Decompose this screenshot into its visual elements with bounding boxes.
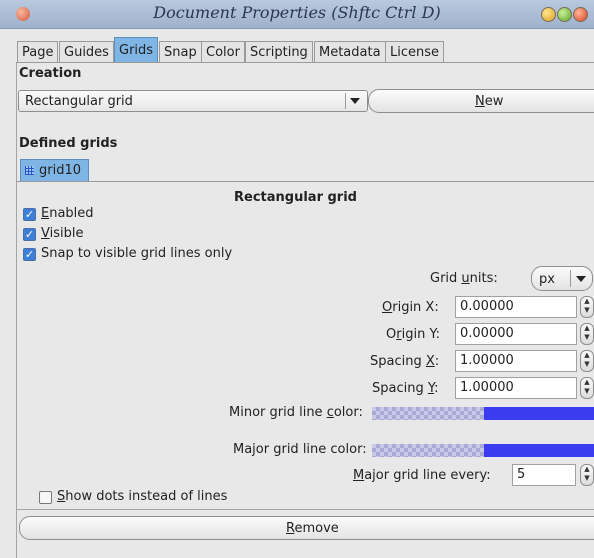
origin-y-input[interactable]: 0.00000 (455, 323, 577, 345)
spacing-x-label: Spacing X: (370, 354, 440, 369)
new-grid-button[interactable]: New (368, 89, 594, 113)
major-color-label: Major grid line color: (233, 442, 367, 457)
tab-metadata[interactable]: Metadata (314, 41, 386, 62)
visible-label: Visible (41, 226, 84, 241)
enabled-checkbox[interactable]: ✓ (23, 208, 36, 221)
major-every-spinner[interactable]: ▲ ▼ (580, 464, 594, 486)
grid-tab[interactable]: grid10 (20, 159, 89, 182)
snap-visible-label: Snap to visible grid lines only (41, 246, 233, 261)
creation-heading: Creation (19, 66, 82, 81)
tab-divider (16, 62, 594, 63)
tab-color[interactable]: Color (201, 41, 245, 62)
show-dots-checkbox[interactable] (39, 491, 52, 504)
panel-border (16, 63, 17, 558)
remove-grid-button[interactable]: Remove (19, 516, 594, 540)
major-color-alpha-swatch[interactable] (372, 444, 484, 457)
major-every-input[interactable]: 5 (512, 464, 576, 486)
chevron-down-icon (576, 276, 586, 282)
minor-color-label: Minor grid line color: (229, 405, 363, 420)
tab-guides[interactable]: Guides (59, 41, 114, 62)
visible-checkbox[interactable]: ✓ (23, 228, 36, 241)
show-dots-label: Show dots instead of lines (57, 489, 228, 504)
tab-page[interactable]: Page (17, 41, 59, 62)
origin-x-input[interactable]: 0.00000 (455, 296, 577, 318)
tab-grids[interactable]: Grids (114, 37, 159, 63)
defined-grids-heading: Defined grids (19, 136, 118, 151)
grid-units-value: px (539, 272, 555, 287)
grid-units-label: Grid units: (430, 271, 498, 286)
spacing-y-label: Spacing Y: (372, 381, 439, 396)
spacing-x-spinner[interactable]: ▲ ▼ (580, 350, 594, 372)
remove-button-label: Remove (286, 521, 339, 536)
tab-license[interactable]: License (385, 41, 445, 62)
close-button[interactable] (573, 7, 588, 22)
maximize-button[interactable] (557, 7, 572, 22)
origin-x-spinner[interactable]: ▲ ▼ (580, 296, 594, 318)
origin-x-label: Origin X: (382, 300, 439, 315)
minimize-button[interactable] (541, 7, 556, 22)
grid-icon (25, 166, 34, 175)
minor-color-swatch[interactable] (484, 407, 594, 420)
window-title: Document Properties (Shftc Ctrl D) (153, 3, 441, 22)
grid-units-separator (570, 270, 571, 287)
origin-y-spinner[interactable]: ▲ ▼ (580, 323, 594, 345)
tab-scripting[interactable]: Scripting (245, 41, 313, 62)
grid-type-value: Rectangular grid (25, 94, 133, 109)
grid-type-select[interactable]: Rectangular grid (18, 90, 368, 112)
grid-type-arrow (345, 93, 364, 109)
tab-snap[interactable]: Snap (159, 41, 202, 62)
spacing-y-spinner[interactable]: ▲ ▼ (580, 377, 594, 399)
major-every-label: Major grid line every: (353, 468, 491, 483)
major-color-swatch[interactable] (484, 444, 594, 457)
title-bar: Document Properties (Shftc Ctrl D) (0, 0, 594, 29)
grid-tab-label: grid10 (39, 163, 82, 178)
grid-units-select[interactable]: px (531, 266, 593, 291)
spacing-x-input[interactable]: 1.00000 (455, 350, 577, 372)
section-divider (17, 509, 594, 510)
origin-y-label: Origin Y: (386, 327, 441, 342)
grid-panel-title: Rectangular grid (234, 190, 357, 205)
minor-color-alpha-swatch[interactable] (372, 407, 484, 420)
spacing-y-input[interactable]: 1.00000 (455, 377, 577, 399)
snap-visible-checkbox[interactable]: ✓ (23, 248, 36, 261)
new-button-label: New (475, 94, 504, 109)
grid-tab-divider (17, 181, 594, 182)
enabled-label: Enabled (41, 206, 94, 221)
chevron-down-icon (350, 98, 360, 104)
